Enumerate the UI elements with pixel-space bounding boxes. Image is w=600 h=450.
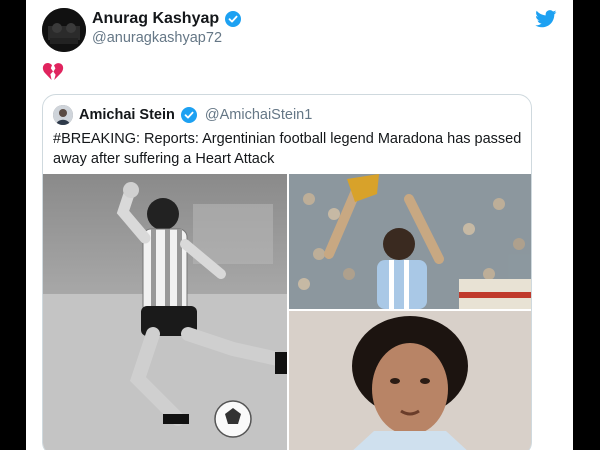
- verified-badge-icon: [225, 11, 242, 27]
- twitter-bird-icon[interactable]: [535, 10, 557, 28]
- quoted-tweet[interactable]: Amichai Stein @AmichaiStein1 #BREAKING: …: [42, 94, 532, 450]
- quoted-handle[interactable]: @AmichaiStein1: [205, 107, 312, 123]
- tweet-card: Anurag Kashyap @anuragkashyap72 Amichai …: [26, 0, 573, 450]
- media-photo-portrait[interactable]: [289, 311, 531, 450]
- author-avatar[interactable]: [42, 8, 86, 52]
- quoted-display-name[interactable]: Amichai Stein: [79, 107, 175, 123]
- quoted-media-grid: [43, 174, 531, 450]
- author-handle[interactable]: @anuragkashyap72: [92, 30, 222, 46]
- avatar-image: [42, 8, 86, 52]
- quoted-header: Amichai Stein @AmichaiStein1: [53, 105, 312, 125]
- author-name-row: Anurag Kashyap: [92, 10, 242, 28]
- broken-heart-emoji: [42, 62, 64, 82]
- media-photo-kick[interactable]: [43, 174, 287, 450]
- media-photo-trophy[interactable]: [289, 174, 531, 309]
- quoted-author-avatar[interactable]: [53, 105, 73, 125]
- quoted-tweet-text: #BREAKING: Reports: Argentinian football…: [53, 131, 522, 167]
- author-display-name[interactable]: Anurag Kashyap: [92, 10, 219, 28]
- verified-badge-icon: [180, 107, 197, 123]
